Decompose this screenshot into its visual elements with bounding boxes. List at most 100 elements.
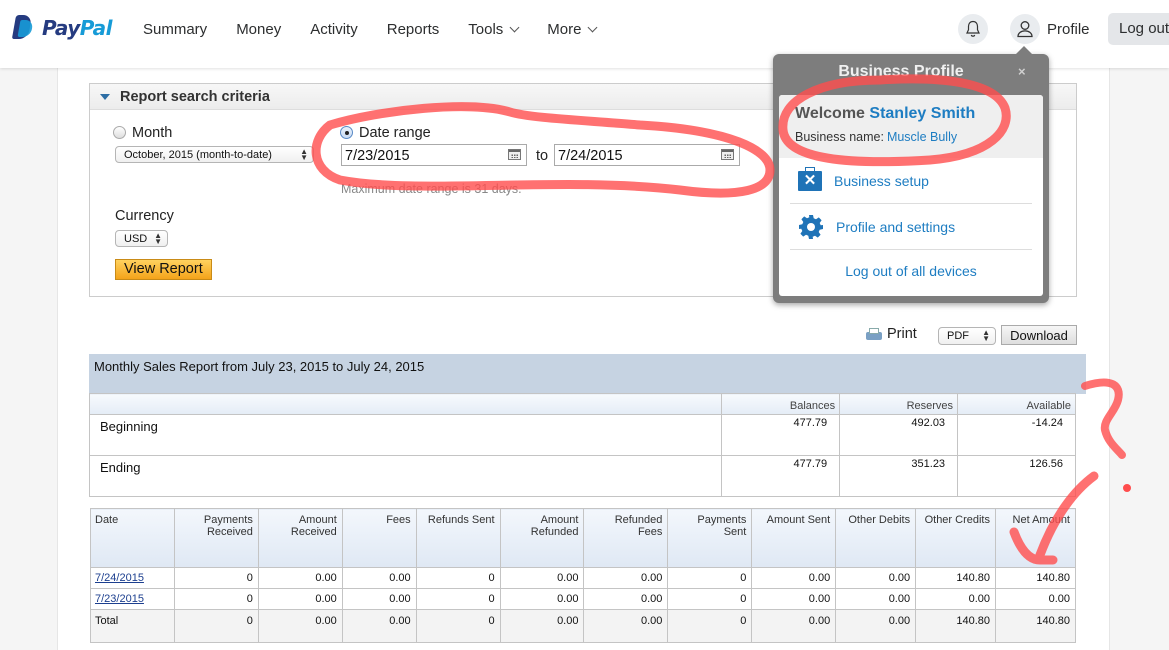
- business-setup-icon: ✕: [798, 166, 822, 191]
- activity-cell: 0.00: [835, 567, 917, 589]
- collapse-triangle-icon[interactable]: [100, 93, 110, 100]
- currency-select[interactable]: USD ▲ ▼: [115, 230, 168, 247]
- date-range-radio[interactable]: [340, 126, 353, 140]
- month-select[interactable]: October, 2015 (month-to-date) ▲ ▼: [115, 146, 314, 163]
- month-radio-group[interactable]: Month: [113, 124, 172, 142]
- activity-cell: 0: [173, 609, 259, 643]
- balance-header-row: Balances Reserves Available: [88, 393, 1076, 415]
- paypal-logo[interactable]: PayPal: [11, 15, 113, 41]
- from-date-value: 7/23/2015: [345, 148, 410, 164]
- activity-cell: 0.00: [751, 609, 837, 643]
- activity-cell: 0.00: [835, 609, 917, 643]
- view-report-button[interactable]: View Report: [115, 259, 212, 280]
- activity-cell: 0.00: [995, 588, 1076, 610]
- select-arrows-icon: ▲ ▼: [982, 328, 990, 343]
- activity-header-cell: Other Credits: [915, 508, 996, 568]
- activity-date-link[interactable]: 7/23/2015: [95, 593, 144, 605]
- from-date-input[interactable]: 7/23/2015: [341, 144, 527, 166]
- to-date-input[interactable]: 7/24/2015: [554, 144, 740, 166]
- date-range-radio-group[interactable]: Date range: [340, 124, 431, 142]
- welcome-text: Welcome Stanley Smith: [795, 105, 1043, 123]
- nav-item-money[interactable]: Money: [236, 21, 281, 38]
- to-label: to: [536, 148, 549, 164]
- activity-date-cell: Total: [90, 609, 175, 643]
- activity-row: 7/23/2015 0 0.00 0.00 0 0.00 0.00 0 0.00 0.00 0.00…: [90, 588, 1076, 610]
- logout-all-devices-link[interactable]: Log out of all devices: [779, 250, 1043, 279]
- activity-cell: 0.00: [751, 588, 837, 610]
- activity-cell: 140.80: [915, 609, 996, 643]
- nav-label: Reports: [386, 21, 440, 38]
- business-name-row: Business name: Muscle Bully: [795, 130, 1043, 144]
- month-select-value: October, 2015 (month-to-date): [124, 149, 272, 161]
- nav-item-reports[interactable]: Reports: [387, 21, 440, 38]
- activity-cell: 0.00: [915, 588, 996, 610]
- month-radio[interactable]: [113, 126, 126, 140]
- activity-cell: 0.00: [499, 609, 585, 643]
- nav-label: More: [547, 21, 582, 38]
- user-icon: [1010, 14, 1040, 44]
- balance-table: Balances Reserves Available Beginning 47…: [88, 393, 1076, 497]
- activity-cell: 0: [415, 609, 501, 643]
- export-format-select[interactable]: PDF ▲ ▼: [938, 327, 996, 345]
- nav-label: Summary: [143, 21, 208, 38]
- business-setup-label: Business setup: [834, 172, 929, 189]
- activity-cell: 0: [173, 567, 259, 589]
- profile-label: Profile: [1047, 20, 1090, 38]
- balance-row: Ending 477.79 351.23 126.56: [88, 455, 1076, 497]
- welcome-box: Welcome Stanley Smith Business name: Musc…: [779, 95, 1043, 158]
- profile-settings-link[interactable]: Profile and settings: [790, 204, 1032, 250]
- activity-cell: 0.00: [583, 609, 669, 643]
- currency-select-value: USD: [124, 233, 148, 245]
- activity-cell: 0.00: [583, 567, 669, 589]
- date-range-label: Date range: [359, 124, 431, 141]
- activity-cell: 0.00: [257, 567, 343, 589]
- balance-row: Beginning 477.79 492.03 -14.24: [88, 414, 1076, 456]
- balance-row-label: Ending: [88, 455, 723, 497]
- balance-cell: 492.03: [839, 414, 959, 456]
- business-profile-popup: Business Profile × Welcome Stanley Smith…: [773, 46, 1049, 303]
- activity-cell: 0: [415, 567, 501, 589]
- logout-button[interactable]: Log out: [1108, 13, 1169, 45]
- activity-header-cell: Amount Refunded: [499, 508, 585, 568]
- business-setup-link[interactable]: ✕ Business setup: [790, 158, 1032, 204]
- month-label: Month: [132, 124, 173, 141]
- activity-header-cell: Net Amount: [995, 508, 1076, 568]
- activity-cell: 0.00: [751, 567, 837, 589]
- balance-row-label: Beginning: [88, 414, 723, 456]
- activity-cell: 0: [173, 588, 259, 610]
- profile-button[interactable]: Profile: [1010, 14, 1090, 44]
- welcome-prefix: Welcome: [795, 105, 865, 122]
- nav-label: Money: [236, 21, 282, 38]
- nav-item-tools[interactable]: Tools: [468, 21, 520, 38]
- activity-header-cell: Payments Received: [173, 508, 259, 568]
- activity-cell: 140.80: [995, 609, 1076, 643]
- nav-item-activity[interactable]: Activity: [310, 21, 358, 38]
- balance-cell: 477.79: [721, 414, 841, 456]
- activity-table: Date Payments Received Amount Received Fees…: [90, 508, 1076, 643]
- close-icon[interactable]: ×: [1018, 64, 1026, 79]
- report-title: Monthly Sales Report from July 23, 2015 …: [89, 354, 1086, 394]
- download-button[interactable]: Download: [1001, 325, 1077, 345]
- activity-cell: 140.80: [995, 567, 1076, 589]
- balance-header: Balances: [721, 393, 841, 415]
- calendar-icon[interactable]: [721, 149, 734, 160]
- activity-cell: 0: [667, 588, 753, 610]
- nav-label: Tools: [468, 21, 504, 38]
- calendar-icon[interactable]: [508, 149, 521, 160]
- balance-cell: 351.23: [839, 455, 959, 497]
- date-range-hint: Maximum date range is 31 days.: [341, 182, 522, 196]
- print-button[interactable]: Print: [866, 326, 917, 342]
- activity-cell: 0: [415, 588, 501, 610]
- user-name: Stanley Smith: [869, 105, 976, 122]
- notifications-button[interactable]: [958, 14, 988, 44]
- activity-cell: 0.00: [499, 588, 585, 610]
- activity-header-cell: Fees: [341, 508, 417, 568]
- business-name-link[interactable]: Muscle Bully: [887, 130, 957, 144]
- activity-header-cell: Date: [90, 508, 175, 568]
- activity-date-link[interactable]: 7/24/2015: [95, 572, 144, 584]
- balance-cell: 477.79: [721, 455, 841, 497]
- balance-cell: -14.24: [957, 414, 1076, 456]
- nav-item-summary[interactable]: Summary: [143, 21, 207, 38]
- paypal-wordmark: PayPal: [42, 16, 113, 40]
- nav-item-more[interactable]: More: [547, 21, 598, 38]
